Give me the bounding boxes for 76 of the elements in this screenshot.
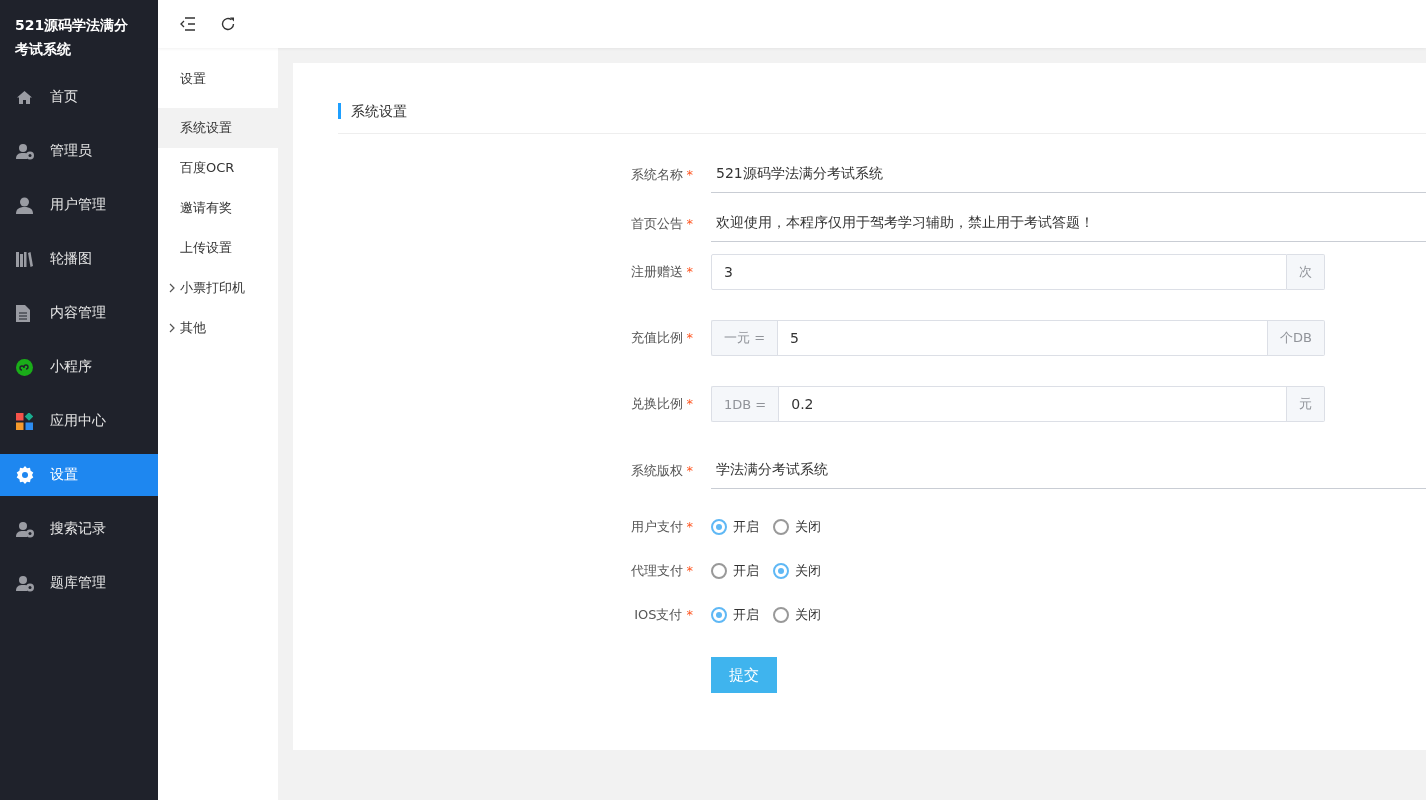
field-label: 注册赠送: [630, 264, 683, 279]
radio-button[interactable]: [711, 519, 727, 535]
user-icon: [16, 196, 33, 214]
sidebar-item[interactable]: 题库管理: [0, 562, 158, 604]
chevron-right-icon: [169, 323, 175, 333]
apps-icon: [16, 412, 33, 430]
field-label: IOS支付: [634, 607, 683, 622]
required-mark: *: [686, 264, 693, 279]
radio-button[interactable]: [711, 607, 727, 623]
radio-label: 关闭: [795, 562, 821, 580]
sidebar-item[interactable]: 搜索记录: [0, 508, 158, 550]
field-label: 系统版权: [630, 462, 683, 478]
input-field[interactable]: 0.2: [778, 386, 1287, 422]
user-gear-icon: [16, 574, 35, 592]
required-mark: *: [686, 215, 693, 231]
field-label: 首页公告: [630, 215, 683, 231]
radio-button[interactable]: [773, 563, 789, 579]
required-mark: *: [686, 396, 693, 411]
required-mark: *: [686, 607, 693, 622]
field-label: 充值比例: [630, 330, 683, 345]
input-prefix: 1DB =: [711, 386, 779, 422]
document-icon: [16, 304, 30, 322]
user-gear-icon: [16, 520, 35, 538]
field-label: 代理支付: [630, 563, 683, 578]
sidebar-item[interactable]: 小程序: [0, 346, 158, 388]
sidebar-item[interactable]: 内容管理: [0, 292, 158, 334]
submenu-item[interactable]: 百度OCR: [158, 148, 278, 188]
chevron-right-icon: [169, 283, 175, 293]
radio-button[interactable]: [711, 563, 727, 579]
radio-label: 开启: [733, 606, 759, 624]
submenu-item[interactable]: 其他: [158, 308, 278, 348]
app-title: 521源码学法满分考试系统: [14, 16, 130, 59]
user-gear-icon: [16, 142, 35, 160]
submenu-item[interactable]: 邀请有奖: [158, 188, 278, 228]
required-mark: *: [686, 462, 693, 478]
field-label: 兑换比例: [630, 396, 683, 411]
sidebar-item[interactable]: 应用中心: [0, 400, 158, 442]
radio-label: 关闭: [795, 606, 821, 624]
required-mark: *: [686, 563, 693, 578]
input-suffix: 次: [1287, 254, 1325, 290]
radio-label: 开启: [733, 518, 759, 536]
panel-title: 系统设置: [338, 103, 1426, 119]
submenu-item[interactable]: 系统设置: [158, 108, 278, 148]
submenu-label: 小票打印机: [180, 279, 245, 297]
radio-label: 开启: [733, 562, 759, 580]
radio-button[interactable]: [773, 607, 789, 623]
required-mark: *: [686, 330, 693, 345]
sidebar-item[interactable]: 首页: [0, 76, 158, 118]
refresh-icon[interactable]: [220, 16, 236, 32]
input-field[interactable]: 5: [777, 320, 1269, 356]
submenu-label: 百度OCR: [180, 159, 235, 177]
submenu-label: 上传设置: [180, 239, 232, 257]
submenu-item[interactable]: 上传设置: [158, 228, 278, 268]
input-suffix: 元: [1287, 386, 1325, 422]
field-label: 用户支付: [630, 519, 683, 534]
required-mark: *: [686, 519, 693, 534]
mini-program-icon: [16, 358, 33, 376]
field-label: 系统名称: [630, 166, 683, 182]
radio-label: 关闭: [795, 518, 821, 536]
home-icon: [16, 89, 33, 105]
submenu-title: 设置: [179, 70, 207, 88]
submenu-label: 系统设置: [180, 119, 232, 137]
sidebar-item[interactable]: 用户管理: [0, 184, 158, 226]
radio-button[interactable]: [773, 519, 789, 535]
submenu-item[interactable]: 小票打印机: [158, 268, 278, 308]
input-field[interactable]: 3: [711, 254, 1287, 290]
submenu-label: 其他: [180, 319, 206, 337]
settings-icon: [16, 466, 34, 484]
books-icon: [16, 251, 33, 267]
menu-icon[interactable]: [180, 17, 196, 31]
required-mark: *: [686, 166, 693, 182]
submenu-label: 邀请有奖: [180, 199, 232, 217]
input-suffix: 个DB: [1268, 320, 1325, 356]
sidebar-item[interactable]: 设置: [0, 454, 158, 496]
sidebar-item[interactable]: 管理员: [0, 130, 158, 172]
sidebar-item[interactable]: 轮播图: [0, 238, 158, 280]
